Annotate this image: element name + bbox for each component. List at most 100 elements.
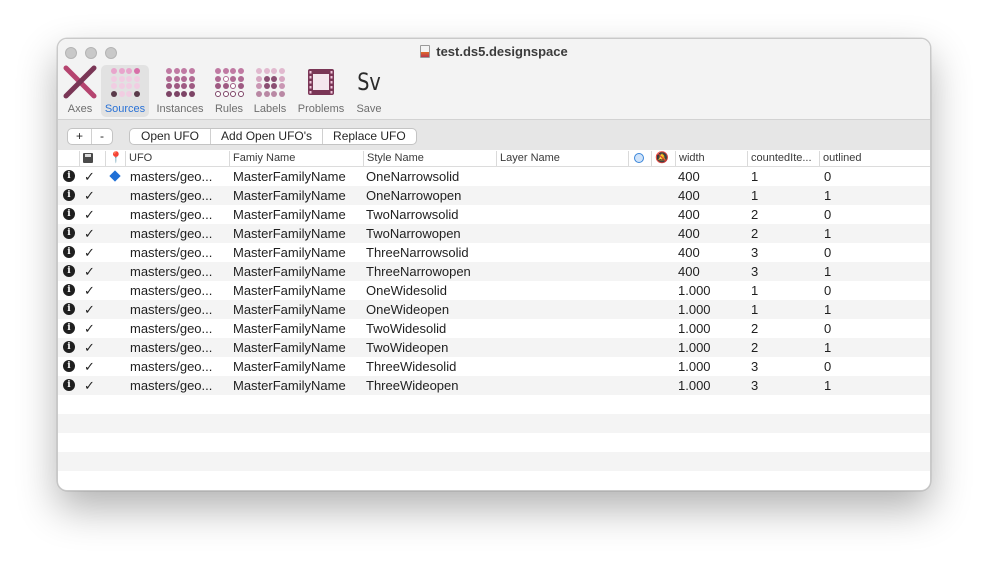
window-title: test.ds5.designspace — [58, 44, 930, 59]
mute-column-header[interactable]: 🔕 — [651, 151, 675, 166]
empty-row — [58, 433, 930, 452]
ufo-cell: masters/geo... — [130, 283, 213, 298]
width-cell: 400 — [678, 226, 700, 241]
info-icon[interactable]: i — [63, 322, 75, 334]
remove-source-button[interactable]: - — [92, 129, 112, 144]
include-checkmark[interactable]: ✓ — [84, 186, 95, 205]
style-name-cell: ThreeWidesolid — [366, 359, 457, 374]
toolbar-axes[interactable]: Axes — [61, 65, 99, 117]
ufo-cell: masters/geo... — [130, 188, 213, 203]
outlined-column-header[interactable]: outlined — [819, 151, 930, 166]
info-icon[interactable]: i — [63, 341, 75, 353]
toolbar-sources[interactable]: Sources — [101, 65, 149, 117]
table-row[interactable]: i ✓ masters/geo... MasterFamilyName OneWides… — [58, 281, 930, 300]
outlined-cell: 1 — [824, 226, 832, 241]
include-checkmark[interactable]: ✓ — [84, 376, 95, 395]
width-cell: 1.000 — [678, 359, 711, 374]
mute-kerning-column-header[interactable] — [628, 151, 651, 166]
open-ufo-button[interactable]: Open UFO — [130, 129, 212, 144]
style-name-cell: ThreeNarrowopen — [366, 264, 471, 279]
table-row[interactable]: i ✓ masters/geo... MasterFamilyName OneNarro… — [58, 186, 930, 205]
rules-grid-icon — [212, 65, 246, 99]
table-row[interactable]: i ✓ masters/geo... MasterFamilyName ThreeWid… — [58, 357, 930, 376]
info-icon[interactable]: i — [63, 189, 75, 201]
family-name-cell: MasterFamilyName — [233, 245, 346, 260]
include-checkmark[interactable]: ✓ — [84, 281, 95, 300]
save-column-header[interactable] — [79, 151, 99, 166]
table-row[interactable]: i ✓ masters/geo... MasterFamilyName ThreeNar… — [58, 243, 930, 262]
add-source-button[interactable]: + — [68, 129, 93, 144]
include-checkmark[interactable]: ✓ — [84, 300, 95, 319]
include-checkmark[interactable]: ✓ — [84, 167, 95, 186]
outlined-cell: 1 — [824, 340, 832, 355]
width-cell: 400 — [678, 245, 700, 260]
include-checkmark[interactable]: ✓ — [84, 357, 95, 376]
outlined-cell: 0 — [824, 207, 832, 222]
width-cell: 400 — [678, 207, 700, 222]
table-row[interactable]: i ✓ masters/geo... MasterFamilyName TwoWideo… — [58, 338, 930, 357]
ufo-cell: masters/geo... — [130, 245, 213, 260]
family-name-cell: MasterFamilyName — [233, 359, 346, 374]
width-cell: 1.000 — [678, 283, 711, 298]
counted-items-cell: 3 — [751, 378, 759, 393]
width-column-header[interactable]: width — [675, 151, 747, 166]
family-name-cell: MasterFamilyName — [233, 264, 346, 279]
include-checkmark[interactable]: ✓ — [84, 224, 95, 243]
ufo-column-header[interactable]: UFO — [125, 151, 229, 166]
counted-items-cell: 1 — [751, 169, 759, 184]
include-checkmark[interactable]: ✓ — [84, 319, 95, 338]
table-row[interactable]: i ✓ masters/geo... MasterFamilyName TwoNarro… — [58, 224, 930, 243]
outlined-cell: 0 — [824, 245, 832, 260]
style-name-cell: OneNarrowsolid — [366, 169, 460, 184]
layer-name-column-header[interactable]: Layer Name — [496, 151, 628, 166]
style-name-cell: TwoWidesolid — [366, 321, 447, 336]
empty-row — [58, 414, 930, 433]
table-row[interactable]: i ✓ masters/geo... MasterFamilyName TwoWides… — [58, 319, 930, 338]
ufo-cell: masters/geo... — [130, 378, 213, 393]
info-icon[interactable]: i — [63, 227, 75, 239]
toolbar-save[interactable]: Sv Save — [352, 65, 386, 117]
table-row[interactable]: i ✓ masters/geo... MasterFamilyName ThreeWid… — [58, 376, 930, 395]
instances-grid-icon — [163, 65, 197, 99]
ufo-cell: masters/geo... — [130, 264, 213, 279]
outlined-cell: 0 — [824, 169, 832, 184]
titlebar: test.ds5.designspace Axes Sources Instan… — [58, 39, 930, 119]
info-icon[interactable]: i — [63, 246, 75, 258]
info-icon[interactable]: i — [63, 303, 75, 315]
location-column-header[interactable]: 📍 — [105, 151, 125, 166]
family-name-cell: MasterFamilyName — [233, 207, 346, 222]
toolbar-instances[interactable]: Instances — [152, 65, 208, 117]
info-icon[interactable]: i — [63, 265, 75, 277]
table-row[interactable]: i ✓ masters/geo... MasterFamilyName OneNarro… — [58, 167, 930, 186]
ufo-cell: masters/geo... — [130, 359, 213, 374]
style-name-column-header[interactable]: Style Name — [363, 151, 496, 166]
counted-items-cell: 2 — [751, 340, 759, 355]
info-icon[interactable]: i — [63, 208, 75, 220]
toolbar-labels[interactable]: Labels — [250, 65, 290, 117]
table-row[interactable]: i ✓ masters/geo... MasterFamilyName OneWideo… — [58, 300, 930, 319]
style-name-cell: OneNarrowopen — [366, 188, 462, 203]
info-icon[interactable]: i — [63, 360, 75, 372]
replace-ufo-button[interactable]: Replace UFO — [323, 129, 416, 144]
table-row[interactable]: i ✓ masters/geo... MasterFamilyName TwoNarro… — [58, 205, 930, 224]
family-name-column-header[interactable]: Famiy Name — [229, 151, 363, 166]
include-checkmark[interactable]: ✓ — [84, 205, 95, 224]
floppy-disk-icon — [83, 153, 93, 163]
width-cell: 1.000 — [678, 340, 711, 355]
include-checkmark[interactable]: ✓ — [84, 243, 95, 262]
ufo-cell: masters/geo... — [130, 302, 213, 317]
app-window: test.ds5.designspace Axes Sources Instan… — [57, 38, 931, 491]
info-icon[interactable]: i — [63, 170, 75, 182]
include-checkmark[interactable]: ✓ — [84, 338, 95, 357]
include-checkmark[interactable]: ✓ — [84, 262, 95, 281]
counted-items-cell: 3 — [751, 264, 759, 279]
toolbar-rules[interactable]: Rules — [212, 65, 246, 117]
info-icon[interactable]: i — [63, 379, 75, 391]
info-icon[interactable]: i — [63, 284, 75, 296]
add-open-ufos-button[interactable]: Add Open UFO's — [211, 129, 324, 144]
counted-items-cell: 1 — [751, 302, 759, 317]
style-name-cell: OneWidesolid — [366, 283, 447, 298]
counted-items-column-header[interactable]: countedIte... — [747, 151, 819, 166]
toolbar-problems[interactable]: Problems — [294, 65, 348, 117]
table-row[interactable]: i ✓ masters/geo... MasterFamilyName ThreeNar… — [58, 262, 930, 281]
